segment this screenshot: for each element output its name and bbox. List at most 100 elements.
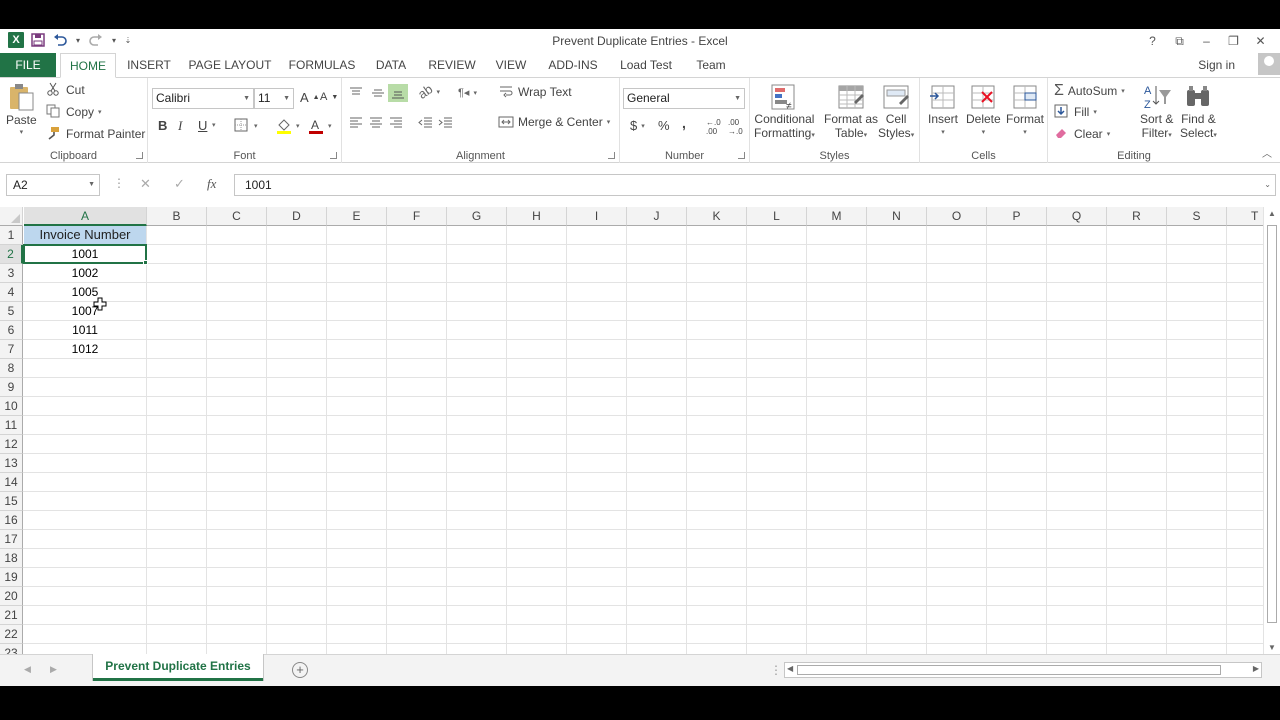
name-box[interactable]: A2 ▼ [6, 174, 100, 196]
increase-decimal-button[interactable]: ←.0.00 [706, 118, 721, 136]
font-size-dropdown[interactable]: 11 ▼ [254, 88, 294, 109]
increase-indent-button[interactable] [438, 116, 454, 130]
column-header[interactable]: M [807, 207, 867, 226]
underline-dropdown-icon[interactable]: ▾ [212, 121, 216, 129]
minimize-icon[interactable]: – [1193, 31, 1220, 51]
row-header[interactable]: 1 [0, 226, 23, 245]
font-family-dropdown[interactable]: Calibri ▼ [152, 88, 254, 109]
column-header[interactable]: L [747, 207, 807, 226]
insert-cells-button[interactable]: Insert ▾ [928, 82, 958, 140]
cell-a2[interactable]: 1001 [23, 244, 147, 264]
column-header[interactable]: N [867, 207, 927, 226]
column-header[interactable]: D [267, 207, 327, 226]
formula-input[interactable]: 1001 ⌄ [234, 174, 1276, 196]
tab-team[interactable]: Team [688, 53, 734, 77]
decrease-indent-button[interactable] [418, 116, 434, 130]
row-header[interactable]: 21 [0, 606, 23, 625]
scroll-right-icon[interactable]: ▶ [1253, 664, 1259, 673]
number-format-dropdown[interactable]: General ▼ [623, 88, 745, 109]
sheet-next-icon[interactable]: ▶ [50, 664, 57, 675]
row-header[interactable]: 13 [0, 454, 23, 473]
row-header[interactable]: 19 [0, 568, 23, 587]
vertical-scrollbar[interactable]: ▲ ▼ [1263, 207, 1280, 654]
insert-function-button[interactable]: fx [207, 176, 216, 192]
row-header[interactable]: 10 [0, 397, 23, 416]
expand-formula-bar-icon[interactable]: ⌄ [1264, 175, 1271, 195]
cell-a7[interactable]: 1012 [24, 340, 146, 358]
clipboard-dialog-launcher-icon[interactable] [136, 152, 143, 159]
tab-load-test[interactable]: Load Test [614, 53, 678, 77]
column-header[interactable]: O [927, 207, 987, 226]
horizontal-scrollbar[interactable]: ◀ ▶ [784, 662, 1262, 678]
column-header[interactable]: R [1107, 207, 1167, 226]
row-header[interactable]: 12 [0, 435, 23, 454]
row-header[interactable]: 17 [0, 530, 23, 549]
tab-data[interactable]: DATA [368, 53, 414, 77]
vertical-scroll-thumb[interactable] [1267, 225, 1277, 623]
font-color-button[interactable]: A ▾ [308, 118, 332, 134]
cell-a4[interactable]: 1005 [24, 283, 146, 301]
column-header[interactable]: P [987, 207, 1047, 226]
number-dialog-launcher-icon[interactable] [738, 152, 745, 159]
row-header[interactable]: 2 [0, 245, 23, 264]
fill-color-button[interactable]: ▾ [276, 118, 300, 134]
row-header[interactable]: 16 [0, 511, 23, 530]
cell-a3[interactable]: 1002 [24, 264, 146, 282]
borders-button[interactable]: ▾ [234, 118, 258, 134]
row-header[interactable]: 4 [0, 283, 23, 302]
tab-file[interactable]: FILE [0, 53, 56, 77]
scroll-left-icon[interactable]: ◀ [787, 664, 793, 673]
row-header[interactable]: 7 [0, 340, 23, 359]
tab-splitter[interactable]: ⋮ [770, 663, 782, 677]
wrap-text-button[interactable]: Wrap Text [498, 84, 572, 100]
row-header[interactable]: 5 [0, 302, 23, 321]
tab-review[interactable]: REVIEW [424, 53, 480, 77]
bold-button[interactable]: B [158, 118, 167, 133]
copy-button[interactable]: Copy ▾ [46, 104, 102, 120]
align-center-button[interactable] [368, 116, 384, 130]
column-header[interactable]: J [627, 207, 687, 226]
autosum-button[interactable]: Σ AutoSum ▾ [1054, 82, 1125, 100]
row-header[interactable]: 14 [0, 473, 23, 492]
avatar[interactable] [1258, 53, 1280, 75]
grow-font-button[interactable]: A ▲ [300, 90, 320, 105]
restore-icon[interactable]: ❐ [1220, 31, 1247, 51]
tab-view[interactable]: VIEW [490, 53, 532, 77]
clear-button[interactable]: Clear ▾ [1054, 126, 1110, 142]
format-painter-button[interactable]: Format Painter [46, 126, 145, 142]
column-header[interactable]: B [147, 207, 207, 226]
column-header[interactable]: K [687, 207, 747, 226]
column-header[interactable]: H [507, 207, 567, 226]
align-left-button[interactable] [348, 116, 364, 130]
format-cells-button[interactable]: Format ▾ [1006, 82, 1044, 140]
cell-styles-button[interactable]: Cell Styles▾ [878, 82, 914, 143]
find-select-button[interactable]: Find & Select▾ [1180, 82, 1217, 143]
cell-a5[interactable]: 1007 [24, 302, 146, 320]
row-header[interactable]: 23 [0, 644, 23, 654]
row-header[interactable]: 6 [0, 321, 23, 340]
row-header[interactable]: 20 [0, 587, 23, 606]
bottom-align-button[interactable] [388, 84, 408, 102]
close-icon[interactable]: ✕ [1247, 31, 1274, 51]
decrease-decimal-button[interactable]: .00 →.0 [728, 118, 743, 136]
tab-home[interactable]: HOME [60, 53, 116, 78]
italic-button[interactable]: I [178, 118, 182, 134]
format-as-table-button[interactable]: Format as Table▾ [824, 82, 878, 143]
help-icon[interactable]: ? [1139, 31, 1166, 51]
column-header[interactable]: E [327, 207, 387, 226]
top-align-button[interactable] [348, 86, 364, 100]
conditional-formatting-button[interactable]: ≠ Conditional Formatting▾ [754, 82, 815, 143]
scroll-down-icon[interactable]: ▼ [1267, 643, 1277, 652]
row-header[interactable]: 22 [0, 625, 23, 644]
underline-button[interactable]: U [198, 118, 207, 133]
sheet-prev-icon[interactable]: ◀ [24, 664, 31, 675]
paste-button[interactable]: Paste ▾ [6, 82, 37, 136]
fill-button[interactable]: Fill ▾ [1054, 104, 1097, 120]
select-all-button[interactable] [0, 207, 23, 226]
column-header[interactable]: C [207, 207, 267, 226]
row-header[interactable]: 8 [0, 359, 23, 378]
sort-filter-button[interactable]: AZ Sort & Filter▾ [1140, 82, 1173, 143]
horizontal-scroll-thumb[interactable] [797, 665, 1221, 675]
tab-formulas[interactable]: FORMULAS [284, 53, 360, 77]
row-header[interactable]: 3 [0, 264, 23, 283]
